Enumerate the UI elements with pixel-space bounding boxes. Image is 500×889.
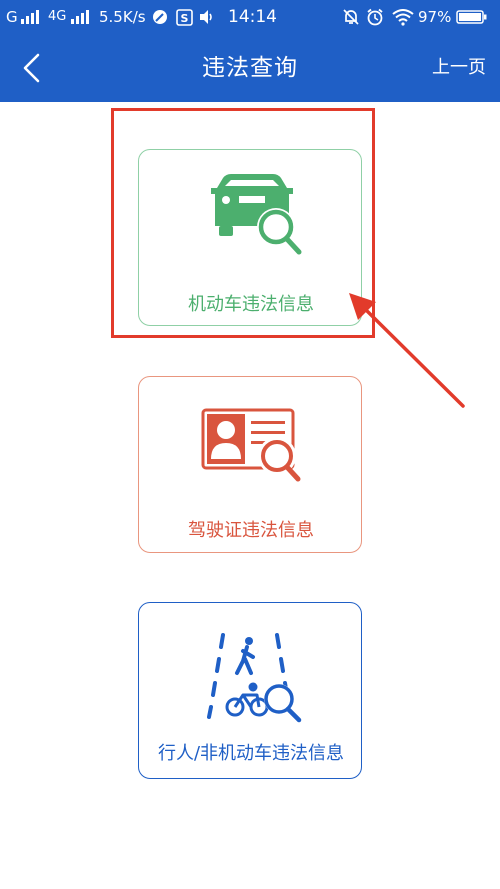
status-bar: G 4G 5.5K/s S 14:14 97% <box>0 0 500 34</box>
s-badge-icon: S <box>176 7 193 27</box>
nav-bar: 违法查询 上一页 <box>0 34 500 102</box>
mute-bell-icon <box>342 7 360 27</box>
pedestrian-bike-search-icon <box>207 633 302 723</box>
driver-license-violation-card[interactable]: 驾驶证违法信息 <box>138 376 362 553</box>
volume-icon <box>198 7 216 27</box>
wifi-icon <box>392 7 414 27</box>
highlight-box <box>111 108 375 338</box>
chevron-left-icon <box>23 53 40 83</box>
pedestrian-nonmotor-violation-card[interactable]: 行人/非机动车违法信息 <box>138 602 362 779</box>
svg-text:S: S <box>181 12 189 25</box>
carrier2-label: 4G <box>48 9 67 24</box>
card-label-pedestrian-nonmotor: 行人/非机动车违法信息 <box>157 743 345 764</box>
card-label-driver-license: 驾驶证违法信息 <box>188 520 314 541</box>
battery-icon <box>456 7 488 27</box>
signal-icon <box>70 7 92 27</box>
compass-icon <box>152 7 168 27</box>
carrier1-label: G <box>6 8 18 26</box>
status-time: 14:14 <box>228 7 277 27</box>
net-speed: 5.5K/s <box>99 8 146 26</box>
battery-percent: 97% <box>418 8 452 26</box>
back-button[interactable] <box>12 48 52 88</box>
arrow-annotation-icon <box>349 293 465 408</box>
prev-page-button[interactable]: 上一页 <box>432 34 486 102</box>
license-search-icon <box>201 408 301 482</box>
signal-icon <box>20 7 42 27</box>
page-title: 违法查询 <box>202 55 298 81</box>
alarm-icon <box>366 7 384 27</box>
